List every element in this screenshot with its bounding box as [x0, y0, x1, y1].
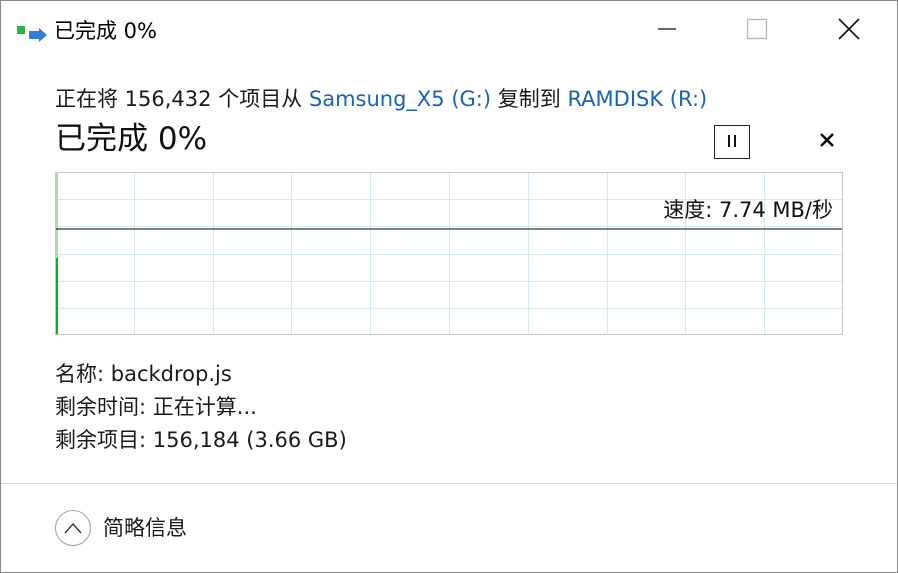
minimize-button[interactable] — [621, 1, 713, 61]
cancel-x-icon — [819, 132, 835, 152]
copy-arrow-icon — [17, 23, 49, 45]
maximize-icon — [746, 18, 768, 44]
window-title: 已完成 0% — [54, 19, 157, 43]
time-remaining-value: 正在计算... — [152, 395, 257, 419]
file-name-row: 名称: backdrop.js — [55, 358, 347, 391]
file-name-label: 名称: — [55, 362, 111, 386]
minimize-icon — [657, 19, 677, 43]
transfer-details: 名称: backdrop.js 剩余时间: 正在计算... 剩余项目: 156,… — [55, 358, 347, 457]
file-name-value: backdrop.js — [110, 362, 232, 386]
close-icon — [838, 18, 860, 44]
time-remaining-label: 剩余时间: — [55, 395, 153, 419]
pause-button[interactable] — [714, 125, 750, 159]
fewer-details-label[interactable]: 简略信息 — [103, 514, 187, 542]
copy-middle: 复制到 — [491, 87, 568, 111]
time-remaining-row: 剩余时间: 正在计算... — [55, 391, 347, 424]
copy-progress-dialog: 已完成 0% 正在将 156,432 个项目从 Samsung_X5 (G:) … — [0, 0, 898, 573]
items-remaining-label: 剩余项目: — [55, 428, 153, 452]
pause-icon — [725, 133, 739, 152]
copy-description: 正在将 156,432 个项目从 Samsung_X5 (G:) 复制到 RAM… — [55, 85, 707, 113]
cancel-button[interactable] — [809, 125, 845, 159]
close-button[interactable] — [803, 1, 895, 61]
destination-link[interactable]: RAMDISK (R:) — [567, 87, 707, 111]
items-remaining-value: 156,184 (3.66 GB) — [152, 428, 347, 452]
progress-percent-heading: 已完成 0% — [55, 121, 208, 157]
maximize-button[interactable] — [711, 1, 803, 61]
title-bar[interactable]: 已完成 0% — [1, 1, 897, 61]
copy-prefix: 正在将 156,432 个项目从 — [55, 87, 309, 111]
items-remaining-row: 剩余项目: 156,184 (3.66 GB) — [55, 424, 347, 457]
speed-graph: 速度: 7.74 MB/秒 — [55, 172, 843, 335]
speed-history-bar — [56, 258, 58, 334]
speed-label: 速度: 7.74 MB/秒 — [663, 198, 833, 222]
footer-divider — [1, 483, 897, 484]
fewer-details-toggle[interactable]: 简略信息 — [55, 510, 187, 546]
source-link[interactable]: Samsung_X5 (G:) — [309, 87, 491, 111]
chevron-up-icon[interactable] — [55, 510, 91, 546]
